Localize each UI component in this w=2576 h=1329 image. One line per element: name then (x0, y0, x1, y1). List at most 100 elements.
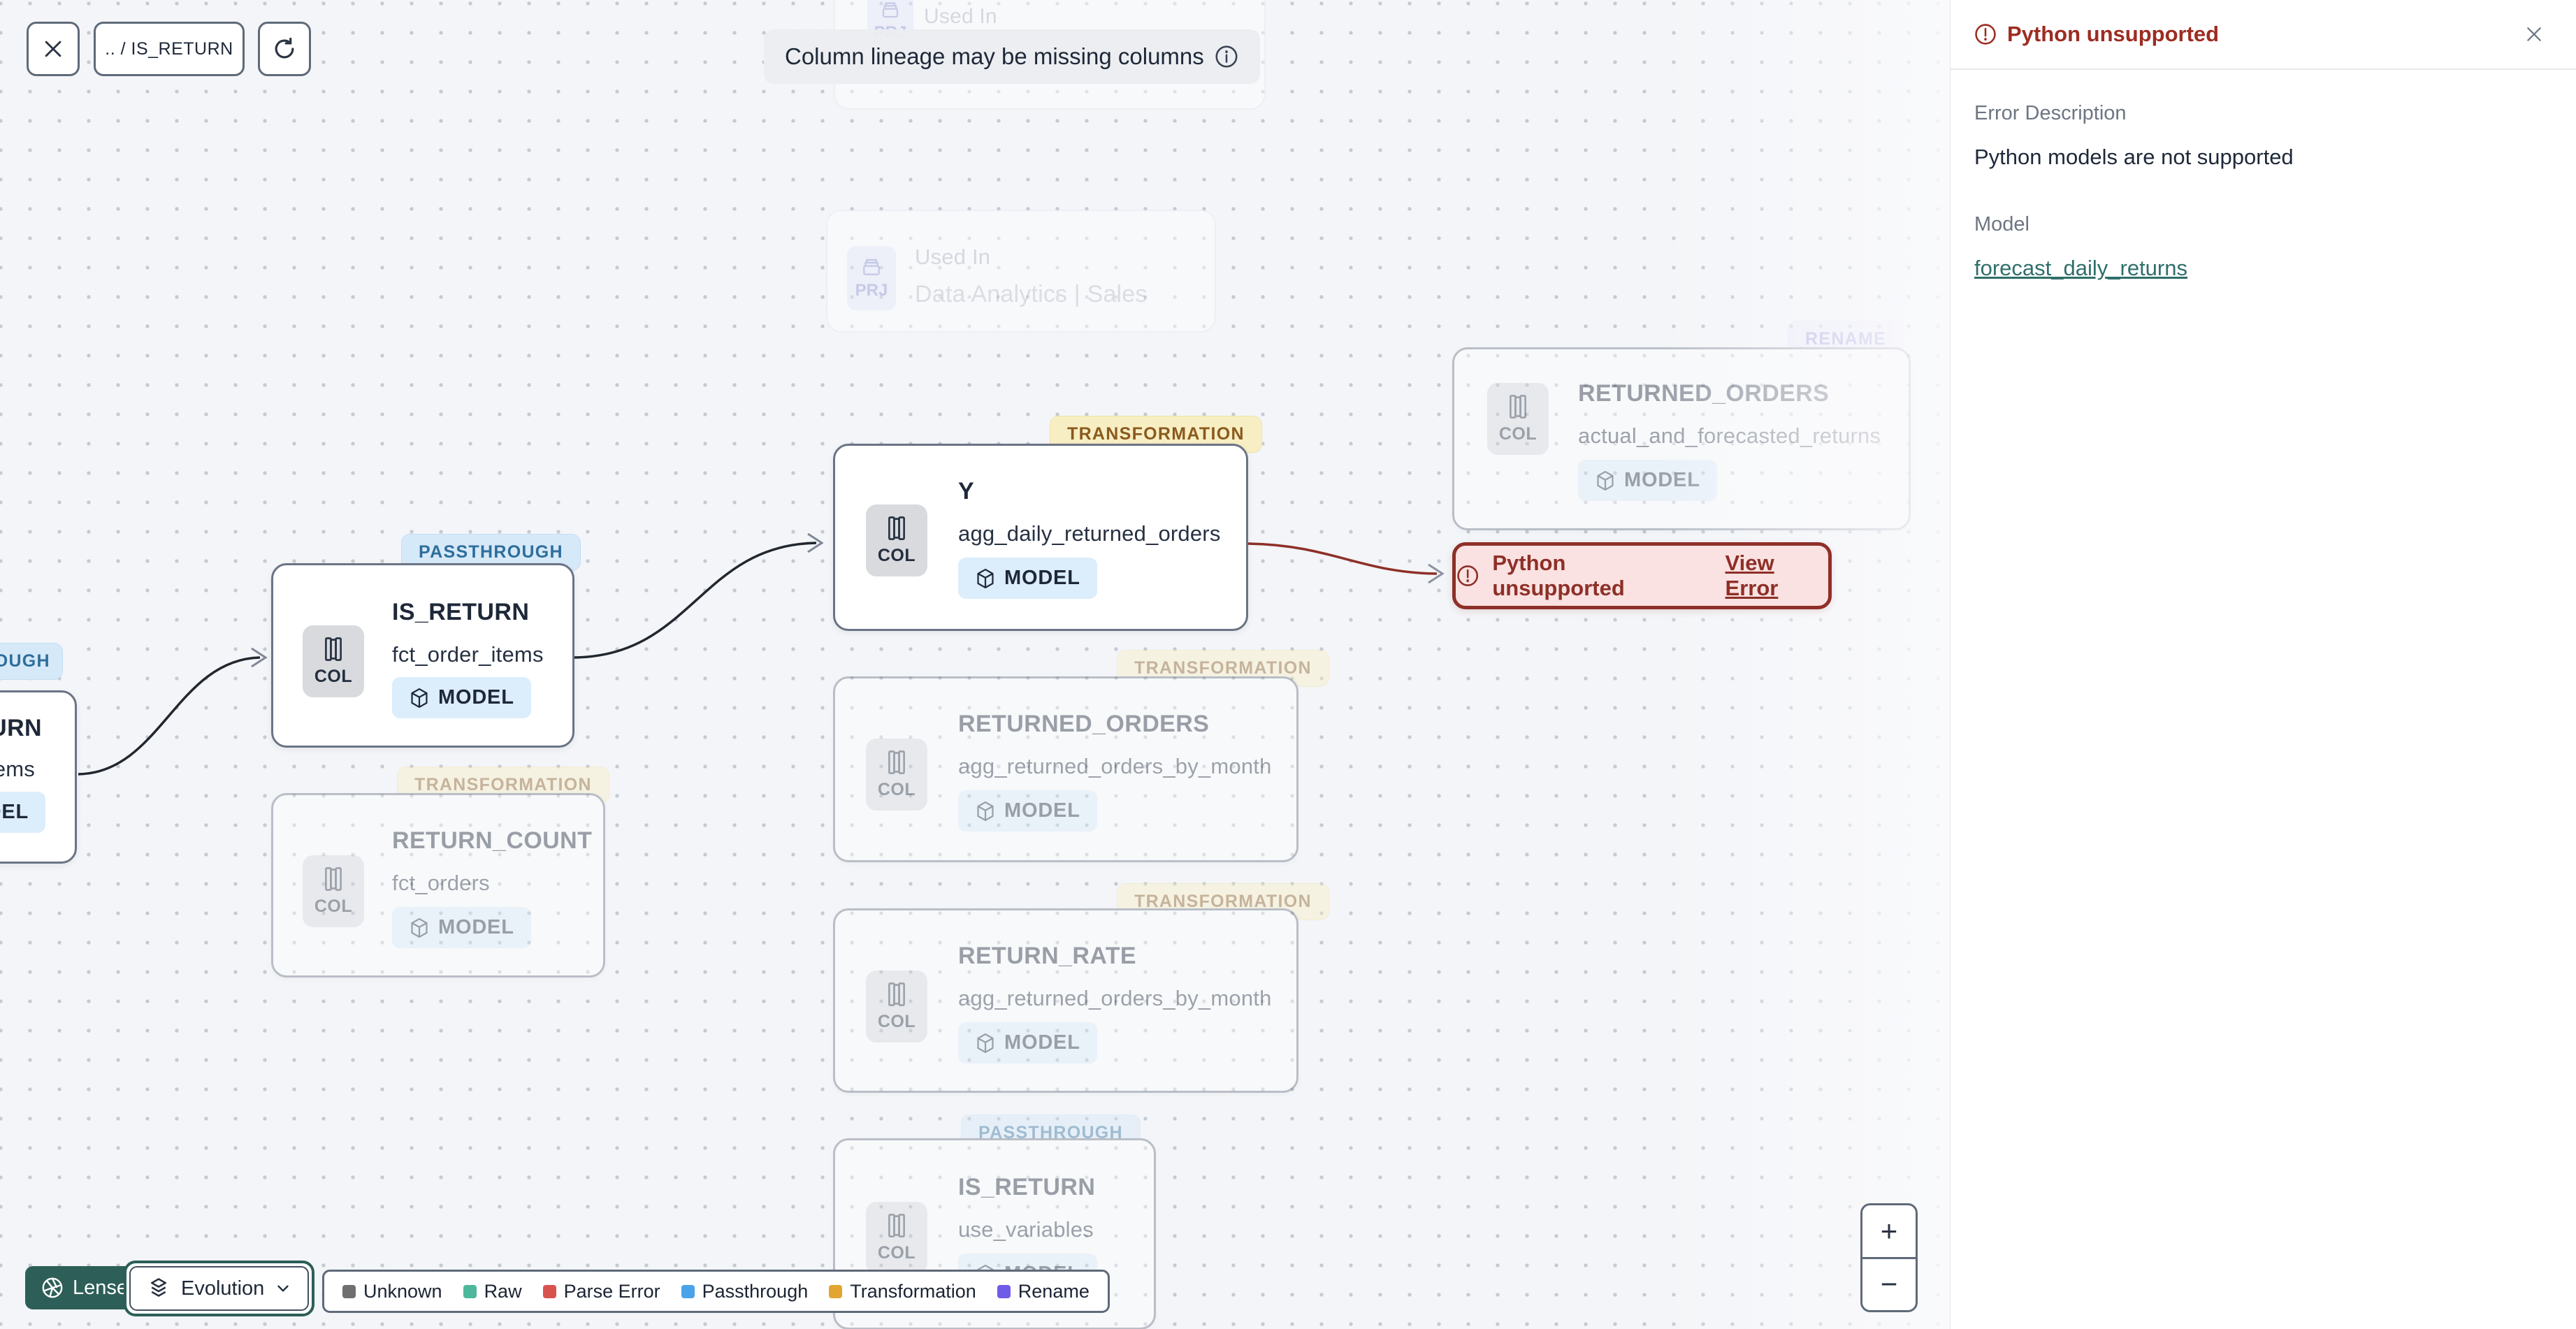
close-icon (2527, 27, 2541, 41)
node-return-rate[interactable]: TRANSFORMATION COL RETURN_RATE agg_retur… (833, 883, 1329, 1093)
node-card: COL RETURNED_ORDERS actual_and_forecaste… (1452, 347, 1911, 530)
legend-label: Raw (484, 1280, 522, 1302)
column-chip: COL (1487, 383, 1549, 455)
error-description-label: Error Description (1974, 102, 2127, 124)
project-icon (863, 259, 880, 275)
cube-icon (977, 568, 994, 588)
cube-icon (411, 688, 428, 708)
node-subtitle: fct_order_items (392, 642, 544, 667)
zoom-in-button[interactable]: + (1862, 1205, 1916, 1259)
node-fct-order-items[interactable]: PASSTHROUGH COL IS_RETURN fct_order_item… (271, 534, 581, 748)
cube-icon (977, 801, 994, 821)
legend-swatch (342, 1284, 356, 1298)
node-left-clipped[interactable]: PASSTHROUGH IS_RETURN fct_order_items MO… (0, 643, 77, 864)
model-badge: MODEL (1578, 460, 1717, 501)
cube-icon (977, 1033, 994, 1053)
column-chip: COL (303, 855, 364, 927)
info-icon[interactable] (1214, 44, 1239, 69)
breadcrumb-label: .. / IS_RETURN (105, 38, 233, 59)
toast-text: Column lineage may be missing columns (785, 43, 1204, 69)
node-agg-daily-returned-orders[interactable]: TRANSFORMATION COL Y agg_daily_returned_… (833, 416, 1262, 631)
model-badge: MODEL (958, 1022, 1097, 1063)
close-lineage-button[interactable] (27, 22, 80, 76)
edge-left-to-isreturn (78, 656, 261, 776)
node-value: Data Analytics | Sales (915, 281, 1148, 307)
legend-item-unknown: Unknown (342, 1281, 442, 1302)
lens-select[interactable]: Evolution (129, 1266, 310, 1311)
columns-icon (325, 867, 342, 891)
column-chip: COL (866, 1202, 927, 1274)
alert-circle-icon (1975, 24, 1996, 45)
chip-label: COL (877, 546, 916, 565)
panel-body: Error Description Python models are not … (1951, 70, 2576, 281)
lens-select-wrapper: Evolution (124, 1261, 315, 1316)
legend-bar: Unknown Raw Parse Error Passthrough Tran… (322, 1270, 1110, 1313)
zoom-control: + − (1860, 1203, 1918, 1312)
columns-icon (1510, 395, 1526, 419)
node-subtitle: agg_returned_orders_by_month (958, 986, 1272, 1010)
badge-label: MODEL (1004, 1031, 1080, 1054)
view-error-link[interactable]: View Error (1725, 551, 1828, 601)
cube-icon (411, 917, 428, 938)
lens-selected-label: Evolution (181, 1277, 265, 1300)
error-node-text: Python unsupported (1492, 551, 1625, 600)
node-tag-passthrough: PASSTHROUGH (0, 643, 63, 680)
error-node-python-unsupported[interactable]: Python unsupported View Error (1452, 542, 1832, 609)
node-title: RETURN_RATE (958, 943, 1137, 969)
model-link[interactable]: forecast_daily_returns (1974, 256, 2187, 281)
columns-icon (325, 637, 342, 661)
legend-item-passthrough: Passthrough (681, 1281, 808, 1302)
alert-circle-icon (1457, 565, 1479, 586)
refresh-icon (275, 37, 294, 59)
model-badge: MODEL (0, 792, 45, 833)
node-subtitle: fct_order_items (0, 757, 35, 781)
minus-icon: − (1880, 1268, 1898, 1301)
node-card: COL IS_RETURN fct_order_items MODEL (271, 563, 574, 748)
legend-label: Transformation (850, 1280, 976, 1302)
model-label: Model (1974, 213, 2029, 235)
zoom-out-button[interactable]: − (1862, 1259, 1916, 1311)
column-chip: COL (303, 625, 364, 697)
legend-item-parse-error: Parse Error (542, 1281, 660, 1302)
node-card: COL RETURN_RATE agg_returned_orders_by_m… (833, 908, 1298, 1093)
columns-icon (888, 516, 905, 540)
chevron-down-icon (277, 1285, 289, 1292)
badge-label: MODEL (438, 916, 514, 938)
legend-item-transformation: Transformation (829, 1281, 976, 1302)
chip-label: COL (877, 1243, 916, 1263)
node-returned-orders-month[interactable]: TRANSFORMATION COL RETURNED_ORDERS agg_r… (833, 650, 1329, 862)
legend-swatch (463, 1284, 477, 1298)
legend-swatch (829, 1284, 843, 1298)
edge-y-to-error (1247, 542, 1438, 575)
column-chip: COL (866, 504, 927, 576)
legend-label: Unknown (363, 1280, 442, 1302)
aperture-icon (42, 1277, 63, 1298)
node-subtitle: actual_and_forecasted_returns (1578, 423, 1881, 448)
node-card: COL Y agg_daily_returned_orders MODEL (833, 444, 1248, 631)
node-return-count[interactable]: TRANSFORMATION COL RETURN_COUNT fct_orde… (271, 767, 609, 978)
column-chip: COL (866, 971, 927, 1043)
node-used-in-sales[interactable]: PRJ Used In Data Analytics | Sales (826, 210, 1216, 333)
model-badge: MODEL (958, 558, 1097, 599)
breadcrumb[interactable]: .. / IS_RETURN (94, 22, 245, 76)
node-subtitle: agg_returned_orders_by_month (958, 754, 1272, 778)
panel-close-button[interactable] (2523, 23, 2545, 45)
node-title: Y (958, 478, 975, 504)
lineage-canvas[interactable]: PRJ Used In Data Analytics | Marketing P… (0, 0, 1950, 1329)
chip-label: COL (314, 896, 353, 916)
legend-item-raw: Raw (463, 1281, 522, 1302)
badge-label: MODEL (438, 686, 514, 709)
project-chip: PRJ (847, 246, 896, 310)
node-actual-and-forecasted-returns[interactable]: RENAME COL RETURNED_ORDERS actual_and_fo… (1452, 321, 1911, 530)
columns-icon (888, 982, 905, 1006)
refresh-button[interactable] (258, 22, 311, 76)
node-title: IS_RETURN (958, 1174, 1096, 1200)
node-subtitle: use_variables (958, 1217, 1094, 1242)
legend-label: Rename (1018, 1280, 1090, 1302)
node-card: COL RETURN_COUNT fct_orders MODEL (271, 793, 605, 978)
edge-isreturn-to-y (574, 542, 817, 659)
error-detail-panel: Python unsupported Error Description Pyt… (1950, 0, 2576, 1329)
model-badge: MODEL (958, 790, 1097, 831)
legend-swatch (681, 1284, 695, 1298)
close-icon (45, 41, 61, 57)
